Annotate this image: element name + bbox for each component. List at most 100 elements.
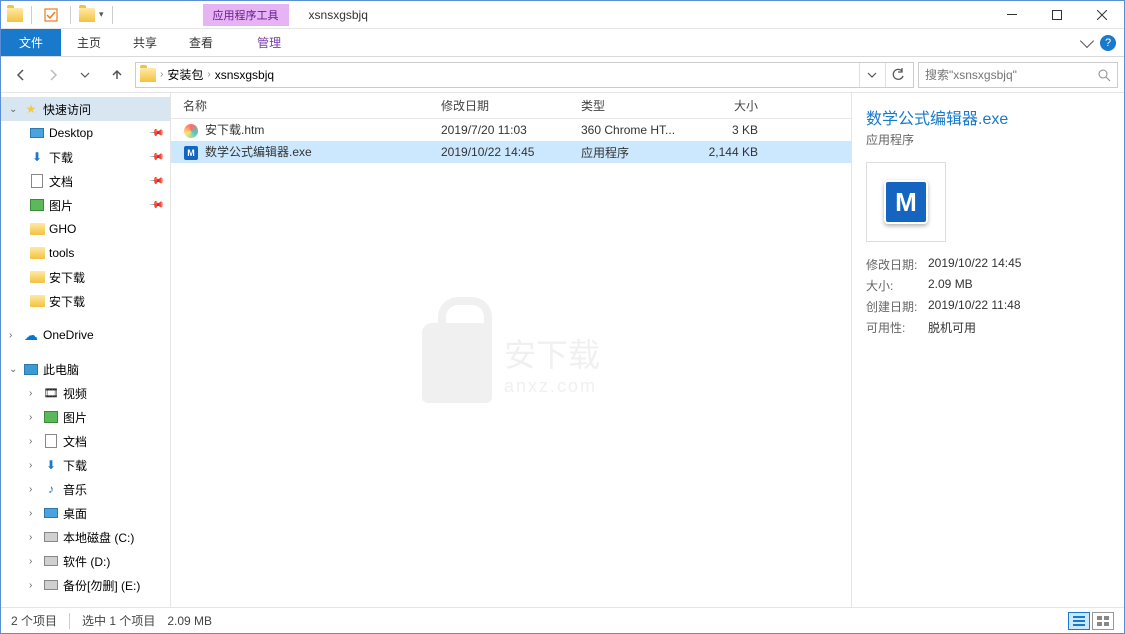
breadcrumb-item[interactable]: xsnsxgsbjq [215, 68, 274, 82]
property-row: 修改日期:2019/10/22 14:45 [866, 256, 1110, 273]
chevron-right-icon[interactable]: › [160, 69, 163, 80]
file-row[interactable]: M数学公式编辑器.exe 2019/10/22 14:45 应用程序 2,144… [171, 141, 851, 163]
document-icon [45, 434, 57, 448]
watermark: 安下载 anxz.com [422, 323, 600, 403]
address-box[interactable]: › 安装包 › xsnsxgsbjq [135, 62, 914, 88]
nav-label: 桌面 [63, 505, 87, 522]
sidebar-quick-access[interactable]: ⌄ ★ 快速访问 [1, 97, 170, 121]
nav-label: 安下载 [49, 293, 85, 310]
view-tab[interactable]: 查看 [173, 29, 229, 56]
selection-size: 2.09 MB [167, 614, 212, 628]
sidebar-item-folder[interactable]: 安下载 [1, 265, 170, 289]
sidebar-item-folder[interactable]: GHO [1, 217, 170, 241]
nav-label: 软件 (D:) [63, 553, 110, 570]
nav-label: 音乐 [63, 481, 87, 498]
refresh-button[interactable] [885, 63, 909, 87]
file-name: 安下载.htm [205, 123, 264, 137]
up-button[interactable] [103, 61, 131, 89]
prop-value[interactable]: 2019/10/22 11:48 [928, 298, 1021, 315]
nav-label: GHO [49, 222, 76, 236]
sidebar-item-disk-e[interactable]: ›备份[勿删] (E:) [1, 573, 170, 597]
navigation-pane[interactable]: ⌄ ★ 快速访问 Desktop📌 ⬇下载📌 文档📌 图片📌 GHO tools… [1, 93, 171, 607]
maximize-button[interactable] [1034, 1, 1079, 29]
address-dropdown[interactable] [859, 63, 883, 87]
sidebar-item-desktop[interactable]: ›桌面 [1, 501, 170, 525]
separator [112, 6, 113, 24]
cloud-icon: ☁ [23, 327, 39, 343]
file-row[interactable]: 安下载.htm 2019/7/20 11:03 360 Chrome HT...… [171, 119, 851, 141]
column-date[interactable]: 修改日期 [429, 97, 569, 114]
property-row: 可用性:脱机可用 [866, 319, 1110, 336]
collapse-ribbon-icon[interactable] [1080, 33, 1094, 47]
file-date: 2019/10/22 14:45 [429, 145, 569, 159]
folder-icon [7, 8, 23, 22]
file-tab[interactable]: 文件 [1, 29, 61, 56]
main-area: ⌄ ★ 快速访问 Desktop📌 ⬇下载📌 文档📌 图片📌 GHO tools… [1, 93, 1124, 607]
watermark-sub: anxz.com [504, 376, 600, 397]
pin-icon: 📌 [147, 173, 164, 190]
sidebar-item-folder[interactable]: tools [1, 241, 170, 265]
search-box[interactable] [918, 62, 1118, 88]
prop-value: 2.09 MB [928, 277, 973, 294]
column-size[interactable]: 大小 [694, 97, 774, 114]
search-icon [1097, 68, 1111, 82]
sidebar-item-disk-c[interactable]: ›本地磁盘 (C:) [1, 525, 170, 549]
breadcrumb-item[interactable]: 安装包 [167, 66, 203, 83]
recent-dropdown[interactable] [71, 61, 99, 89]
qat-checkbox[interactable] [40, 4, 62, 26]
help-icon[interactable]: ? [1100, 35, 1116, 51]
share-tab[interactable]: 共享 [117, 29, 173, 56]
sidebar-item-videos[interactable]: ›🎞视频 [1, 381, 170, 405]
forward-button[interactable] [39, 61, 67, 89]
sidebar-item-desktop[interactable]: Desktop📌 [1, 121, 170, 145]
column-name[interactable]: 名称 [171, 97, 429, 114]
sidebar-item-documents[interactable]: ›文档 [1, 429, 170, 453]
sidebar-item-pictures[interactable]: 图片📌 [1, 193, 170, 217]
expand-icon[interactable]: ⌄ [9, 104, 19, 115]
chevron-right-icon[interactable]: › [207, 69, 210, 80]
sidebar-item-downloads[interactable]: ⬇下载📌 [1, 145, 170, 169]
search-input[interactable] [925, 68, 1097, 82]
file-rows[interactable]: 安下载.htm 2019/7/20 11:03 360 Chrome HT...… [171, 119, 851, 607]
sidebar-item-music[interactable]: ›♪音乐 [1, 477, 170, 501]
nav-label: OneDrive [43, 328, 94, 342]
column-type[interactable]: 类型 [569, 97, 694, 114]
details-title: 数学公式编辑器.exe [866, 105, 1110, 129]
separator [69, 613, 70, 629]
icons-view-button[interactable] [1092, 612, 1114, 630]
sidebar-onedrive[interactable]: › ☁ OneDrive [1, 323, 170, 347]
expand-icon[interactable]: ⌄ [9, 364, 19, 375]
expand-icon[interactable]: › [9, 330, 19, 341]
sidebar-item-folder[interactable]: 安下载 [1, 289, 170, 313]
sidebar-item-downloads[interactable]: ›⬇下载 [1, 453, 170, 477]
details-view-button[interactable] [1068, 612, 1090, 630]
file-type: 应用程序 [569, 144, 694, 161]
star-icon: ★ [23, 101, 39, 117]
sidebar-this-pc[interactable]: ⌄ 此电脑 [1, 357, 170, 381]
home-tab[interactable]: 主页 [61, 29, 117, 56]
sidebar-item-disk-d[interactable]: ›软件 (D:) [1, 549, 170, 573]
desktop-icon [30, 128, 44, 138]
close-button[interactable] [1079, 1, 1124, 29]
column-headers: 名称 修改日期 类型 大小 [171, 93, 851, 119]
sidebar-item-documents[interactable]: 文档📌 [1, 169, 170, 193]
prop-value[interactable]: 2019/10/22 14:45 [928, 256, 1021, 273]
sidebar-item-pictures[interactable]: ›图片 [1, 405, 170, 429]
prop-label: 创建日期: [866, 298, 928, 315]
file-size: 3 KB [694, 123, 774, 137]
folder-icon [30, 295, 45, 307]
status-bar: 2 个项目 选中 1 个项目 2.09 MB [1, 607, 1124, 633]
folder-icon [30, 247, 45, 259]
address-bar-row: › 安装包 › xsnsxgsbjq [1, 57, 1124, 93]
back-button[interactable] [7, 61, 35, 89]
minimize-button[interactable] [989, 1, 1034, 29]
qat-dropdown[interactable]: ▾ [99, 9, 104, 20]
nav-label: Desktop [49, 126, 93, 140]
nav-label: 本地磁盘 (C:) [63, 529, 134, 546]
pc-icon [24, 364, 38, 375]
nav-label: 文档 [63, 433, 87, 450]
manage-tab[interactable]: 管理 [241, 29, 297, 56]
nav-label: 此电脑 [43, 361, 79, 378]
nav-label: 图片 [63, 409, 87, 426]
file-type: 360 Chrome HT... [569, 123, 694, 137]
